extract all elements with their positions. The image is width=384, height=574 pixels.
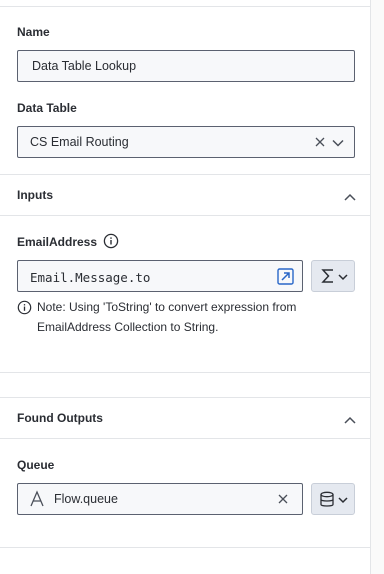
queue-variable-value[interactable]: Flow.queue (54, 492, 118, 506)
scrollbar[interactable] (371, 0, 384, 574)
sigma-icon (320, 268, 336, 284)
name-input[interactable]: Data Table Lookup (17, 50, 355, 82)
data-table-label: Data Table (17, 101, 77, 115)
clear-icon[interactable] (313, 135, 327, 149)
data-table-value: CS Email Routing (30, 135, 129, 149)
note-text: Note: Using 'ToString' to convert expres… (37, 300, 297, 334)
divider (0, 372, 371, 373)
divider (0, 397, 371, 398)
info-icon (17, 300, 32, 315)
top-divider (0, 6, 371, 7)
chevron-down-icon (337, 494, 349, 506)
string-type-icon (29, 490, 45, 508)
info-icon[interactable] (103, 233, 119, 249)
found-outputs-section-title: Found Outputs (17, 411, 103, 425)
email-address-label: EmailAddress (17, 235, 98, 249)
email-address-expression-value: Email.Message.to (30, 270, 151, 285)
expression-type-button[interactable] (311, 260, 355, 292)
divider (0, 215, 371, 216)
name-label: Name (17, 25, 50, 39)
open-expression-icon[interactable] (277, 268, 294, 285)
divider (0, 174, 371, 175)
clear-icon[interactable] (276, 492, 290, 506)
queue-label: Queue (17, 458, 55, 472)
chevron-down-icon (337, 271, 349, 283)
queue-variable-input[interactable]: Flow.queue (17, 483, 303, 515)
inputs-section-title: Inputs (17, 188, 53, 202)
chevron-up-icon[interactable] (344, 413, 356, 424)
name-input-value: Data Table Lookup (32, 59, 137, 73)
data-table-select[interactable]: CS Email Routing (17, 126, 355, 158)
properties-panel: Name Data Table Lookup Data Table CS Ema… (0, 0, 371, 574)
divider (0, 547, 371, 548)
chevron-up-icon[interactable] (344, 190, 356, 201)
email-address-expression-input[interactable]: Email.Message.to (17, 260, 303, 292)
chevron-down-icon[interactable] (331, 136, 345, 150)
database-icon (319, 491, 335, 508)
divider (0, 438, 371, 439)
variable-type-button[interactable] (311, 483, 355, 515)
